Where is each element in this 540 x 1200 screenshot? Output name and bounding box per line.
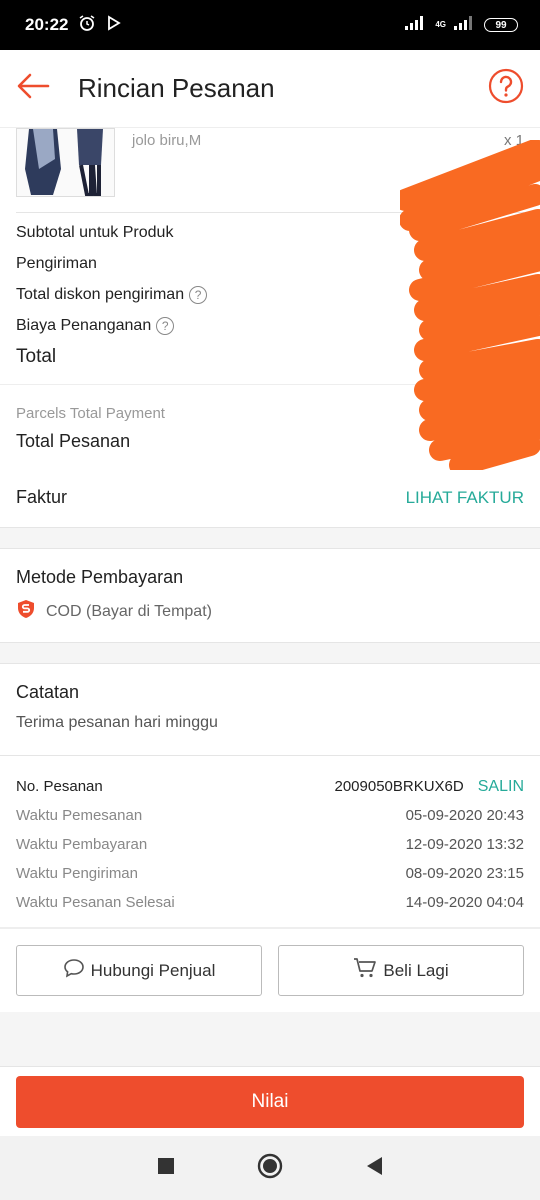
chat-icon: [63, 958, 85, 983]
info-value: 14-09-2020 04:04: [405, 894, 524, 911]
parcels-total-label: Parcels Total Payment: [16, 405, 165, 422]
info-label: Waktu Pesanan Selesai: [16, 894, 175, 911]
payment-time-row: Waktu Pembayaran 12-09-2020 13:32: [0, 830, 540, 859]
status-time: 20:22: [25, 15, 69, 34]
copy-button[interactable]: SALIN: [478, 778, 524, 796]
contact-seller-button[interactable]: Hubungi Penjual: [16, 945, 262, 996]
info-label: Waktu Pengiriman: [16, 865, 138, 882]
action-buttons: Hubungi Penjual Beli Lagi: [0, 927, 540, 1012]
rate-button[interactable]: Nilai: [16, 1076, 524, 1128]
shipping-row: Pengiriman: [0, 248, 540, 279]
question-circle-icon[interactable]: ?: [156, 316, 175, 335]
shipping-discount-label: Total diskon pengiriman: [16, 285, 185, 303]
subtotal-row: Subtotal untuk Produk: [0, 217, 540, 248]
total-order-label: Total Pesanan: [16, 431, 131, 451]
order-number-label: No. Pesanan: [16, 778, 103, 795]
question-circle-icon[interactable]: ?: [189, 285, 208, 304]
view-invoice-link[interactable]: LIHAT FAKTUR: [406, 488, 524, 508]
info-value: 12-09-2020 13:32: [405, 836, 524, 853]
total-label: Total: [16, 345, 57, 367]
back-arrow-icon[interactable]: [16, 73, 50, 104]
product-image: [16, 128, 115, 197]
order-number-row: No. Pesanan 2009050BRKUX6D SALIN: [0, 772, 540, 801]
info-value: 08-09-2020 23:15: [405, 865, 524, 882]
handling-fee-label: Biaya Penanganan: [16, 316, 152, 334]
order-number-value: 2009050BRKUX6D: [334, 778, 464, 795]
order-time-row: Waktu Pemesanan 05-09-2020 20:43: [0, 801, 540, 830]
product-variant: jolo biru,M: [132, 132, 202, 149]
help-icon[interactable]: [488, 68, 524, 109]
notes-text: Terima pesanan hari minggu: [16, 714, 218, 731]
buy-again-button[interactable]: Beli Lagi: [278, 945, 524, 996]
notes-section: Catatan Terima pesanan hari minggu: [0, 663, 540, 755]
bottom-action-bar: Nilai: [0, 1066, 540, 1136]
payment-method-title: Metode Pembayaran: [16, 567, 184, 587]
shipping-time-row: Waktu Pengiriman 08-09-2020 23:15: [0, 859, 540, 888]
shipping-discount-row: Total diskon pengiriman ?: [0, 279, 540, 310]
total-row: Total: [0, 341, 540, 372]
cart-icon: [353, 957, 377, 984]
subtotal-label: Subtotal untuk Produk: [16, 223, 174, 241]
product-quantity: x 1: [503, 132, 524, 149]
battery-indicator: 99: [484, 18, 518, 32]
network-type: 4G: [435, 20, 446, 29]
completed-time-row: Waktu Pesanan Selesai 14-09-2020 04:04: [0, 888, 540, 917]
invoice-row: Faktur LIHAT FAKTUR: [0, 468, 540, 528]
invoice-label: Faktur: [16, 487, 68, 507]
signal-icon-2: [454, 15, 476, 35]
payment-method-section: Metode Pembayaran COD (Bayar di Tempat): [0, 548, 540, 643]
handling-fee-row: Biaya Penanganan ?: [0, 310, 540, 341]
notes-title: Catatan: [16, 682, 80, 702]
info-value: 05-09-2020 20:43: [405, 807, 524, 824]
cod-shield-icon: [16, 599, 36, 624]
order-info-section: No. Pesanan 2009050BRKUX6D SALIN Waktu P…: [0, 755, 540, 927]
play-store-icon: [106, 14, 122, 36]
home-icon[interactable]: [257, 1153, 283, 1184]
payment-method-value: COD (Bayar di Tempat): [46, 602, 212, 620]
app-bar: Rincian Pesanan: [0, 50, 540, 128]
status-bar: 20:22 4G 99: [0, 0, 540, 50]
info-label: Waktu Pembayaran: [16, 836, 148, 853]
shipping-label: Pengiriman: [16, 254, 97, 272]
info-label: Waktu Pemesanan: [16, 807, 143, 824]
product-item[interactable]: jolo biru,M x 1: [16, 128, 524, 213]
system-nav-bar: [0, 1136, 540, 1200]
contact-seller-label: Hubungi Penjual: [90, 960, 216, 980]
alarm-icon: [78, 14, 96, 37]
recent-apps-icon[interactable]: [157, 1157, 175, 1180]
buy-again-label: Beli Lagi: [383, 960, 449, 980]
page-title: Rincian Pesanan: [78, 73, 275, 103]
signal-icon: [405, 15, 427, 35]
back-icon[interactable]: [365, 1156, 383, 1181]
